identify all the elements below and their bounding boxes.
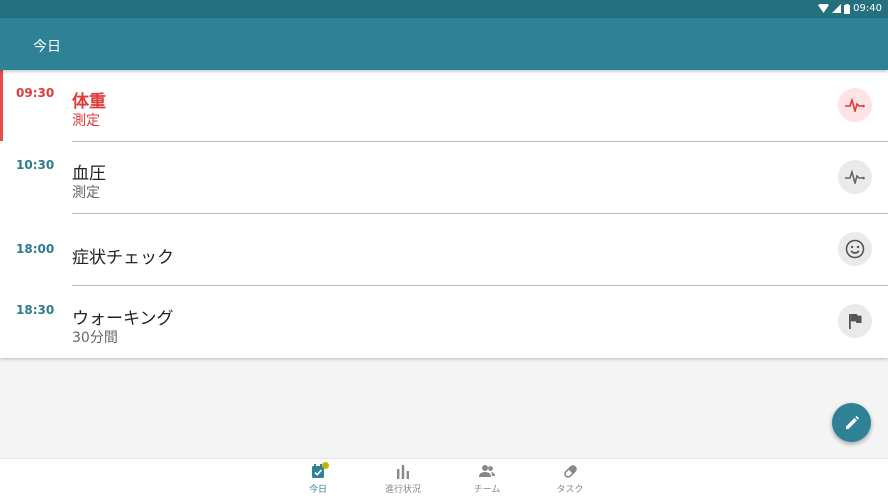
schedule-item-symptom-check[interactable]: 18:00 症状チェック <box>0 214 888 286</box>
schedule-title: 血圧 <box>72 164 106 184</box>
nav-tasks[interactable]: タスク <box>535 464 605 495</box>
schedule-title: 体重 <box>72 92 106 112</box>
nav-label: チーム <box>473 485 501 495</box>
app-bar: 今日 <box>0 18 888 70</box>
schedule-subtitle: 測定 <box>72 185 100 201</box>
page-title: 今日 <box>33 39 61 55</box>
schedule-title: 症状チェック <box>72 248 174 268</box>
schedule-subtitle: 30分間 <box>72 330 118 346</box>
nav-label: タスク <box>556 485 584 495</box>
heart-rate-icon <box>838 88 872 122</box>
schedule-time: 18:30 <box>16 303 55 317</box>
schedule-item-walking[interactable]: 18:30 ウォーキング 30分間 <box>0 286 888 358</box>
edit-fab-button[interactable] <box>832 403 871 442</box>
schedule-time: 18:00 <box>16 242 55 256</box>
nav-team[interactable]: チーム <box>452 464 522 495</box>
edit-pencil-icon <box>845 415 859 429</box>
heart-rate-icon <box>838 160 872 194</box>
schedule-list: 09:30 体重 測定 10:30 血圧 測定 18:00 症状チェック 18:… <box>0 70 888 358</box>
notification-dot <box>322 462 329 469</box>
smiley-icon <box>838 232 872 266</box>
schedule-time: 09:30 <box>16 86 55 100</box>
signal-icon <box>832 4 842 13</box>
status-time: 09:40 <box>853 3 882 14</box>
schedule-title: ウォーキング <box>72 309 174 329</box>
nav-progress[interactable]: 進行状況 <box>368 464 438 495</box>
nav-label: 今日 <box>308 485 327 495</box>
schedule-subtitle: 測定 <box>72 113 100 129</box>
nav-today[interactable]: 今日 <box>283 462 353 495</box>
battery-icon <box>844 3 851 14</box>
schedule-time: 10:30 <box>16 158 55 172</box>
nav-label: 進行状況 <box>384 485 421 495</box>
status-bar: 09:40 <box>0 0 888 18</box>
people-icon <box>479 465 495 477</box>
wifi-icon <box>818 4 830 13</box>
schedule-item-weight[interactable]: 09:30 体重 測定 <box>0 70 888 142</box>
bar-chart-icon <box>397 465 409 479</box>
bottom-navigation: 今日 進行状況 チーム タスク <box>0 458 888 501</box>
flag-icon <box>838 304 872 338</box>
schedule-item-blood-pressure[interactable]: 10:30 血圧 測定 <box>0 142 888 214</box>
pill-icon <box>563 465 577 478</box>
